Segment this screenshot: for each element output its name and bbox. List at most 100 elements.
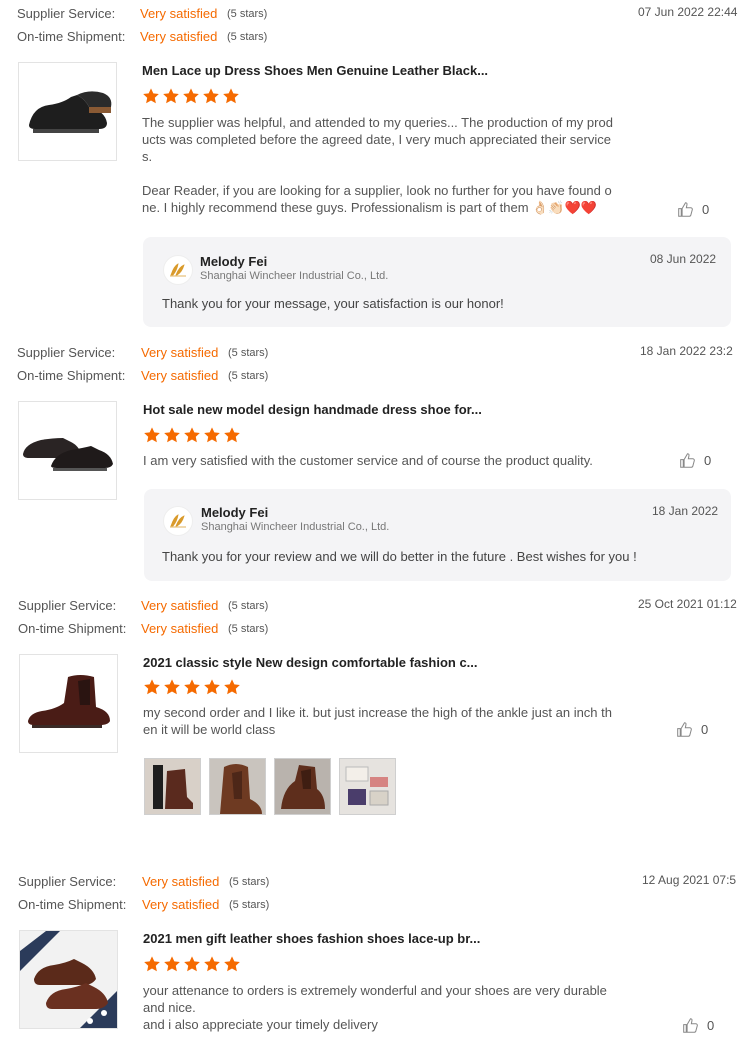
ontime-shipment-label: On-time Shipment: [17,368,126,383]
product-thumbnail[interactable] [19,654,118,753]
photo-image-icon [340,759,395,814]
shoe-image-icon [29,91,112,133]
thumbs-up-icon [678,202,693,217]
like-count: 0 [701,722,709,737]
star-icon [164,956,180,972]
review-text: The supplier was helpful, and attended t… [142,115,613,215]
supplier-service-label: Supplier Service: [18,874,117,889]
reply-author: Melody Fei [201,505,269,520]
supplier-service-stars: (5 stars) [227,8,268,20]
product-thumbnail[interactable] [18,401,117,500]
star-icon [184,956,200,972]
ontime-shipment-value: Very satisfied [142,897,220,912]
review-text: I am very satisfied with the customer se… [143,453,593,468]
reply-date: 18 Jan 2022 [652,504,719,518]
supplier-service-value: Very satisfied [140,6,218,21]
reply-text: Thank you for your message, your satisfa… [162,296,504,311]
ontime-shipment-stars: (5 stars) [227,31,268,43]
reply-company[interactable]: Shanghai Wincheer Industrial Co., Ltd. [201,521,389,533]
like-button[interactable]: 0 [679,452,711,469]
star-icon [204,679,220,695]
company-logo-icon [170,263,186,277]
product-thumbnail[interactable] [19,930,118,1029]
photo-image-icon [145,759,200,814]
star-icon [164,679,180,695]
supplier-reply: Melody Fei Shanghai Wincheer Industrial … [143,237,731,327]
review-photo[interactable] [209,758,266,815]
supplier-service-stars: (5 stars) [228,347,269,359]
product-title[interactable]: Hot sale new model design handmade dress… [143,402,482,417]
star-icon [183,88,199,104]
star-icon [144,679,160,695]
supplier-service-stars: (5 stars) [228,600,269,612]
star-icon [184,679,200,695]
supplier-reply: Melody Fei Shanghai Wincheer Industrial … [144,489,731,581]
rating-stars [143,955,241,973]
shoe-image-icon [23,438,113,471]
product-thumbnail[interactable] [18,62,117,161]
rating-stars [143,426,241,444]
supplier-service-value: Very satisfied [141,345,219,360]
ontime-shipment-stars: (5 stars) [228,623,269,635]
star-icon [163,88,179,104]
company-logo-icon [170,514,186,528]
star-icon [204,956,220,972]
star-icon [184,427,200,443]
star-icon [143,88,159,104]
ontime-shipment-value: Very satisfied [140,29,218,44]
ontime-shipment-value: Very satisfied [141,621,219,636]
review-date: 25 Oct 2021 01:12 [638,597,737,611]
like-button[interactable]: 0 [677,201,709,218]
star-icon [203,88,219,104]
like-button[interactable]: 0 [676,721,708,738]
review-date: 18 Jan 2022 23:2 [640,344,733,358]
photo-image-icon [275,759,330,814]
shoe-image-icon [20,931,117,1028]
supplier-service-value: Very satisfied [141,598,219,613]
ontime-shipment-stars: (5 stars) [228,370,269,382]
review-date: 12 Aug 2021 07:5 [642,873,737,887]
supplier-service-value: Very satisfied [142,874,220,889]
reply-author: Melody Fei [200,254,268,269]
star-icon [144,956,160,972]
like-count: 0 [707,1018,715,1033]
product-title[interactable]: 2021 men gift leather shoes fashion shoe… [143,931,480,946]
ontime-shipment-label: On-time Shipment: [17,29,126,44]
star-icon [224,679,240,695]
product-title[interactable]: Men Lace up Dress Shoes Men Genuine Leat… [142,63,488,78]
rating-stars [142,87,240,105]
supplier-service-label: Supplier Service: [17,6,116,21]
ontime-shipment-value: Very satisfied [141,368,219,383]
ontime-shipment-stars: (5 stars) [229,899,270,911]
like-count: 0 [702,202,710,217]
reply-company[interactable]: Shanghai Wincheer Industrial Co., Ltd. [200,270,388,282]
thumbs-up-icon [683,1018,698,1033]
star-icon [224,956,240,972]
shoe-image-icon [28,675,110,728]
reply-text: Thank you for your review and we will do… [162,549,637,564]
review-text: my second order and I like it. but just … [143,705,612,737]
review-photo[interactable] [274,758,331,815]
thumbs-up-icon [680,453,695,468]
star-icon [164,427,180,443]
review-photo[interactable] [339,758,396,815]
star-icon [204,427,220,443]
like-count: 0 [704,453,712,468]
reply-date: 08 Jun 2022 [650,252,717,266]
avatar [163,255,193,285]
supplier-service-stars: (5 stars) [229,876,270,888]
review-photo[interactable] [144,758,201,815]
ontime-shipment-label: On-time Shipment: [18,897,127,912]
ontime-shipment-label: On-time Shipment: [18,621,127,636]
photo-image-icon [210,759,265,814]
thumbs-up-icon [677,722,692,737]
supplier-service-label: Supplier Service: [18,598,117,613]
star-icon [224,427,240,443]
rating-stars [143,678,241,696]
like-button[interactable]: 0 [682,1017,714,1034]
product-title[interactable]: 2021 classic style New design comfortabl… [143,655,478,670]
review-date: 07 Jun 2022 22:44 [638,5,738,19]
star-icon [223,88,239,104]
review-text: your attenance to orders is extremely wo… [143,983,607,1032]
supplier-service-label: Supplier Service: [17,345,116,360]
